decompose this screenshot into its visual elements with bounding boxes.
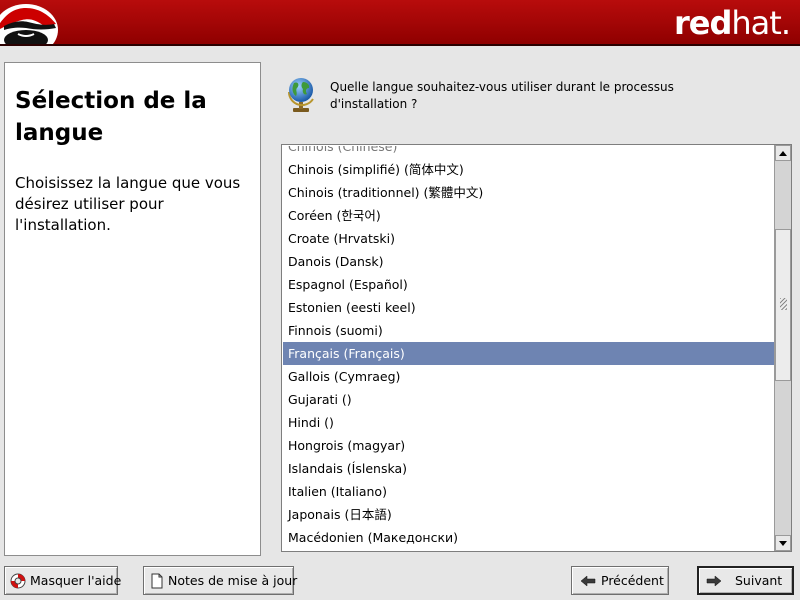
language-list-item[interactable]: Chinois (simplifié) (简体中文) (283, 158, 774, 181)
shadowman-logo-icon (0, 4, 58, 44)
scroll-grip-icon (780, 298, 787, 310)
wordmark-red: red (674, 4, 732, 42)
back-label: Précédent (601, 573, 664, 588)
document-icon (151, 573, 163, 589)
language-list-item[interactable]: Français (Français) (283, 342, 774, 365)
language-list-item[interactable]: Chinois (traditionnel) (繁體中文) (283, 181, 774, 204)
help-title: Sélection de la langue (15, 88, 207, 146)
language-list-item[interactable]: Italien (Italiano) (283, 480, 774, 503)
language-list[interactable]: Chinois (Chinese) Chinois (simplifié) (简体… (281, 144, 792, 552)
redhat-wordmark: redhat. (674, 4, 791, 42)
language-list-item[interactable]: Finnois (suomi) (283, 319, 774, 342)
language-list-item[interactable]: Espagnol (Español) (283, 273, 774, 296)
help-text: Choisissez la langue que vous désirez ut… (15, 174, 241, 234)
language-list-item[interactable]: Hongrois (magyar) (283, 434, 774, 457)
hide-help-label: Masquer l'aide (30, 573, 122, 588)
language-list-viewport: Chinois (Chinese) Chinois (simplifié) (简体… (283, 146, 774, 551)
language-list-items: Chinois (Chinese) Chinois (simplifié) (简体… (283, 146, 774, 549)
language-list-item[interactable]: Chinois (Chinese) (283, 146, 774, 158)
scroll-down-button[interactable] (775, 535, 791, 551)
globe-icon (287, 78, 314, 112)
release-notes-label: Notes de mise à jour (168, 573, 298, 588)
scroll-thumb[interactable] (775, 229, 791, 381)
language-list-item[interactable]: Macédonien (Македонски) (283, 526, 774, 549)
language-list-item[interactable]: Gallois (Cymraeg) (283, 365, 774, 388)
arrow-right-icon (706, 575, 722, 587)
wordmark-hat: hat. (731, 4, 791, 42)
next-button[interactable]: Suivant (697, 566, 794, 595)
lifebuoy-icon (10, 573, 26, 589)
help-panel: Sélection de la langue Choisissez la lan… (4, 62, 261, 556)
scroll-up-button[interactable] (775, 145, 791, 161)
arrow-left-icon (580, 575, 596, 587)
language-list-item[interactable]: Danois (Dansk) (283, 250, 774, 273)
hide-help-button[interactable]: Masquer l'aide (4, 566, 122, 595)
language-list-item[interactable]: Hindi () (283, 411, 774, 434)
language-list-item[interactable]: Coréen (한국어) (283, 204, 774, 227)
language-list-item[interactable]: Estonien (eesti keel) (283, 296, 774, 319)
header-banner: redhat. (0, 0, 800, 46)
language-list-item[interactable]: Japonais (日本語) (283, 503, 774, 526)
language-list-scrollbar[interactable] (774, 145, 791, 551)
next-label: Suivant (735, 573, 783, 588)
question-text: Quelle langue souhaitez-vous utiliser du… (330, 80, 674, 111)
language-list-item[interactable]: Croate (Hrvatski) (283, 227, 774, 250)
release-notes-button[interactable]: Notes de mise à jour (143, 566, 298, 595)
back-button[interactable]: Précédent (571, 566, 669, 595)
language-list-item[interactable]: Gujarati () (283, 388, 774, 411)
language-list-item[interactable]: Islandais (Íslenska) (283, 457, 774, 480)
